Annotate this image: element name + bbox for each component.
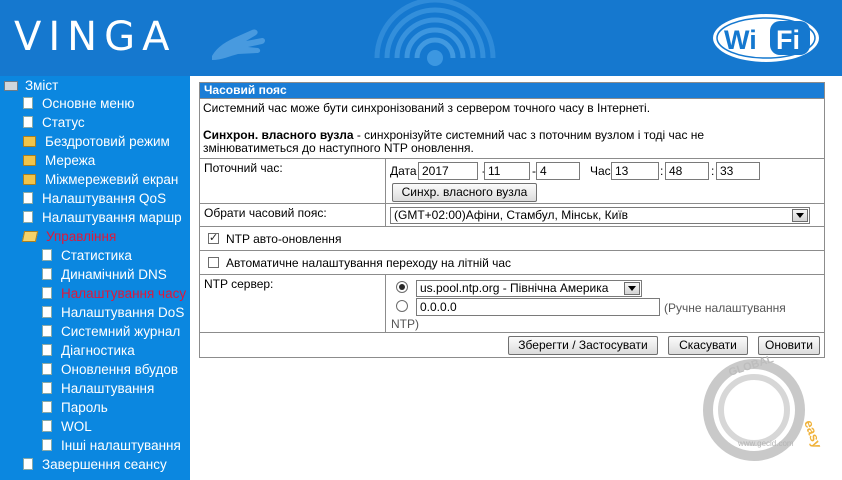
ntp-manual-input[interactable] — [416, 298, 660, 316]
ntp-manual-hint-continued: NTP) — [391, 317, 419, 331]
sync-own-host-button[interactable]: Синхр. власного вузла — [392, 183, 537, 202]
header-banner: VINGA Wi Fi — [0, 0, 842, 76]
sidebar-item-wol[interactable]: WOL — [42, 417, 92, 436]
sidebar-item-password[interactable]: Пароль — [42, 398, 108, 417]
document-icon — [23, 458, 33, 470]
svg-text:www.gecid.com: www.gecid.com — [737, 439, 794, 448]
dst-checkbox[interactable] — [208, 257, 219, 268]
sidebar-item-syslog[interactable]: Системний журнал — [42, 322, 180, 341]
sidebar-item-wireless[interactable]: Бездротовий режим — [23, 132, 170, 151]
day-input[interactable] — [536, 162, 580, 180]
minute-input[interactable] — [665, 162, 709, 180]
ntp-server-select-value: us.pool.ntp.org - Північна Америка — [420, 281, 609, 295]
timezone-select[interactable]: (GMT+02:00)Афіни, Стамбул, Мінськ, Київ — [390, 207, 810, 224]
wifi-logo-icon: Wi Fi — [713, 14, 819, 62]
document-icon — [42, 325, 52, 337]
brand-logo: VINGA — [14, 14, 177, 60]
document-icon — [42, 287, 52, 299]
document-icon — [23, 116, 33, 128]
month-input[interactable] — [484, 162, 530, 180]
timezone-row: Обрати часовий пояс: (GMT+02:00)Афіни, С… — [200, 203, 824, 226]
current-time-label: Поточний час: — [200, 159, 386, 203]
sidebar-item-dos[interactable]: Налаштування DoS — [42, 303, 184, 322]
second-input[interactable] — [716, 162, 760, 180]
svg-text:Fi: Fi — [776, 25, 800, 55]
watermark-logo: GLOBAL easy www.gecid.com — [703, 353, 825, 461]
hand-icon — [212, 29, 265, 60]
folder-icon — [23, 136, 36, 147]
sidebar-item-statistics[interactable]: Статистика — [42, 246, 132, 265]
ntp-auto-checkbox[interactable] — [208, 231, 219, 244]
ntp-auto-row: NTP авто-оновлення — [200, 226, 824, 250]
document-icon — [42, 268, 52, 280]
ntp-manual-hint: (Ручне налаштування — [664, 301, 786, 315]
sidebar-item-firewall[interactable]: Міжмережевий екран — [23, 170, 178, 189]
timezone-label: Обрати часовий пояс: — [200, 204, 386, 226]
document-icon — [23, 211, 33, 223]
document-icon — [23, 192, 33, 204]
sidebar-item-qos[interactable]: Налаштування QoS — [23, 189, 166, 208]
document-icon — [42, 344, 52, 356]
year-input[interactable] — [418, 162, 478, 180]
chevron-down-icon — [792, 209, 808, 222]
dst-row: Автоматичне налаштування переходу на літ… — [200, 250, 824, 274]
sidebar-item-network[interactable]: Мережа — [23, 151, 95, 170]
document-icon — [42, 439, 52, 451]
sidebar-item-time-settings[interactable]: Налаштування часу — [42, 284, 186, 303]
sidebar-item-diagnostics[interactable]: Діагностика — [42, 341, 135, 360]
sidebar-item-main-menu[interactable]: Основне меню — [23, 94, 134, 113]
document-icon — [42, 249, 52, 261]
save-apply-button[interactable]: Зберегти / Застосувати — [508, 336, 658, 355]
sidebar-item-management[interactable]: Управління — [21, 227, 116, 246]
chevron-down-icon — [624, 282, 640, 295]
svg-text:easy: easy — [801, 418, 825, 451]
time-separator: : — [660, 164, 664, 178]
document-icon — [42, 401, 52, 413]
date-label: Дата — [390, 164, 417, 178]
ntp-server-label: NTP сервер: — [200, 275, 386, 332]
folder-open-icon — [21, 231, 39, 242]
hour-input[interactable] — [611, 162, 659, 180]
sync-description: Синхрон. власного вузла - синхронізуйте … — [203, 128, 704, 142]
ntp-manual-radio[interactable] — [396, 300, 408, 312]
dst-label: Автоматичне налаштування переходу на літ… — [226, 256, 512, 270]
current-time-row: Поточний час: Дата - - Час : : Синхр. вл… — [200, 158, 824, 203]
document-icon — [42, 382, 52, 394]
sidebar-item-firmware[interactable]: Оновлення вбудов — [42, 360, 178, 379]
menu-root-icon — [4, 81, 18, 91]
sidebar-item-ddns[interactable]: Динамічний DNS — [42, 265, 167, 284]
document-icon — [42, 306, 52, 318]
time-zone-panel: Часовий пояс Системний час може бути син… — [199, 82, 825, 358]
ntp-server-row: NTP сервер: us.pool.ntp.org - Північна А… — [200, 274, 824, 332]
time-separator: : — [711, 164, 715, 178]
sidebar-root[interactable]: Зміст — [4, 76, 58, 95]
svg-text:Wi: Wi — [724, 25, 757, 55]
folder-icon — [23, 155, 36, 166]
document-icon — [42, 420, 52, 432]
ntp-server-select[interactable]: us.pool.ntp.org - Північна Америка — [416, 280, 642, 297]
timezone-select-value: (GMT+02:00)Афіни, Стамбул, Мінськ, Київ — [394, 208, 629, 222]
panel-title: Часовий пояс — [200, 83, 824, 98]
folder-icon — [23, 174, 36, 185]
sidebar-item-logout[interactable]: Завершення сеансу — [23, 455, 167, 474]
sync-description-rest: - синхронізуйте системний час з поточним… — [353, 128, 705, 142]
document-icon — [23, 97, 33, 109]
sidebar-item-other-settings[interactable]: Інші налаштування — [42, 436, 181, 455]
ntp-auto-label: NTP авто-оновлення — [226, 232, 342, 246]
sidebar: Зміст Основне меню Статус Бездротовий ре… — [0, 76, 190, 480]
sync-description-bold: Синхрон. власного вузла — [203, 128, 354, 142]
ntp-preset-radio[interactable] — [396, 281, 408, 293]
sidebar-item-settings[interactable]: Налаштування — [42, 379, 154, 398]
time-label: Час — [590, 164, 611, 178]
sync-description-line2: змінюватиметься до наступного NTP оновле… — [203, 141, 474, 155]
wireless-waves-icon — [374, 0, 496, 66]
sidebar-item-routing[interactable]: Налаштування маршр — [23, 208, 182, 227]
document-icon — [42, 363, 52, 375]
intro-text: Системний час може бути синхронізований … — [203, 101, 651, 115]
description-row: Системний час може бути синхронізований … — [200, 98, 824, 158]
sidebar-item-status[interactable]: Статус — [23, 113, 85, 132]
